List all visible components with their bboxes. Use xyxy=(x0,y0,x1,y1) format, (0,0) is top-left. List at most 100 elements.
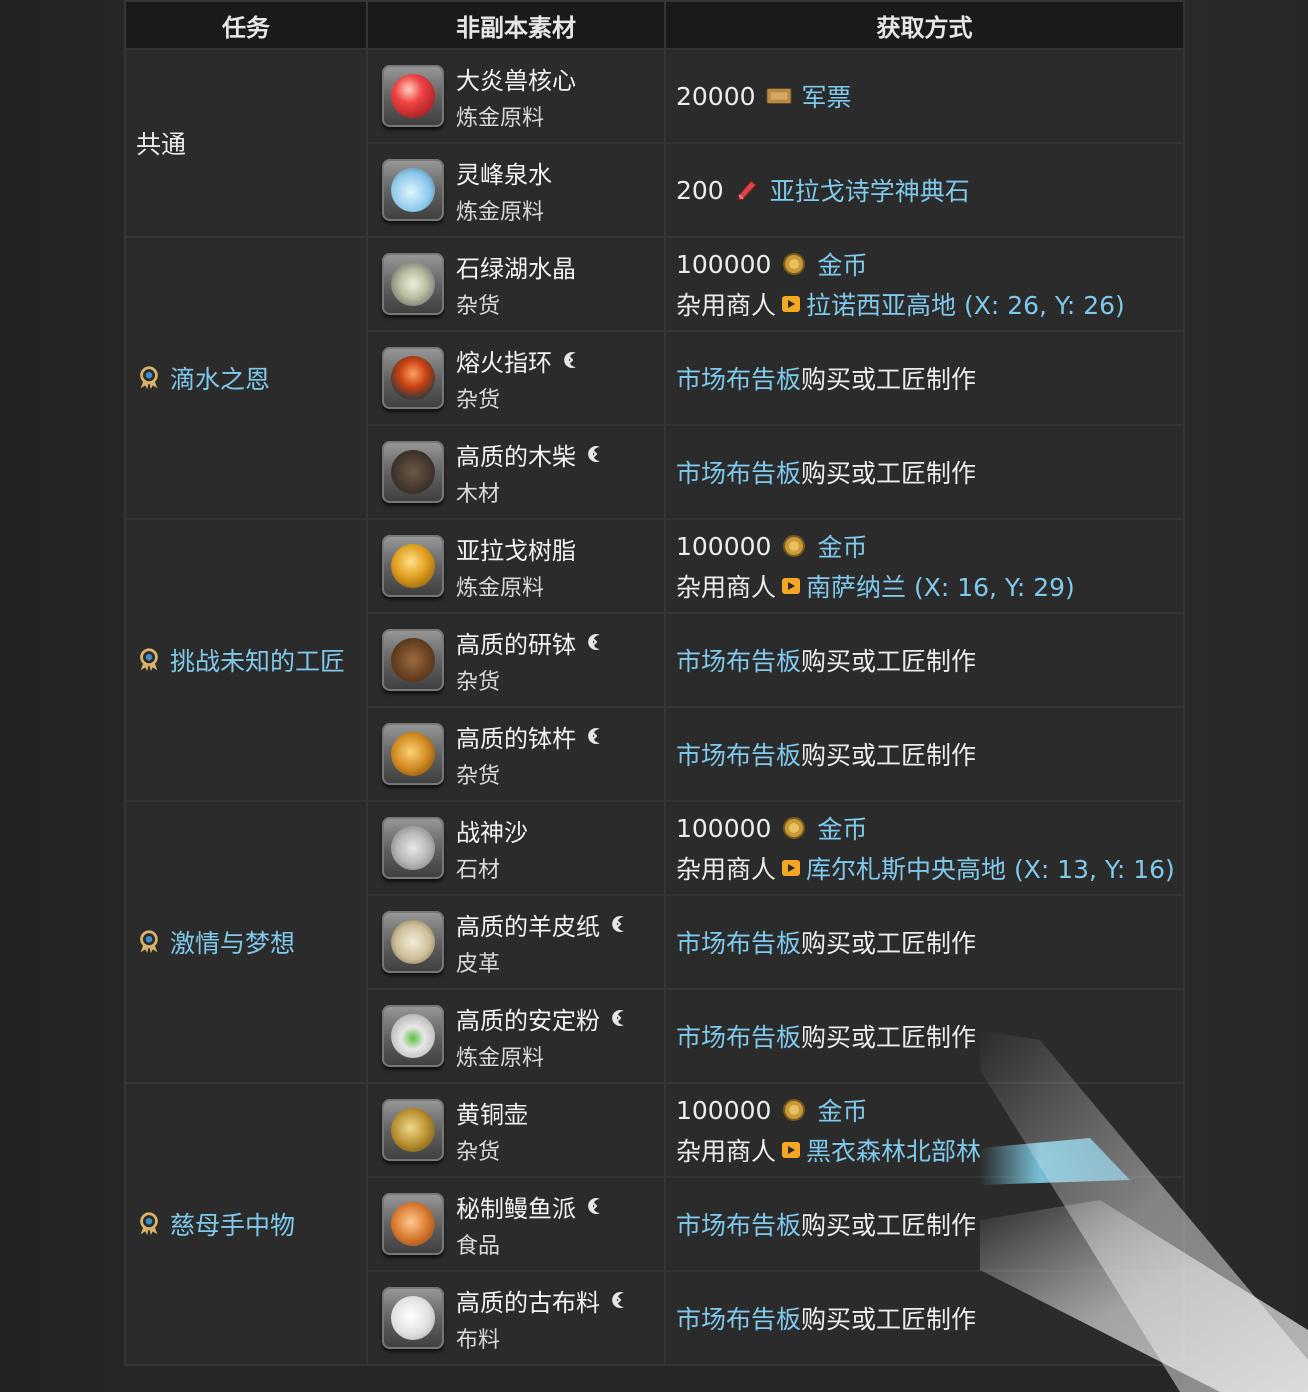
price-line: 100000 金币 xyxy=(676,246,1183,282)
market-board-link[interactable]: 市场布告板 xyxy=(676,1206,801,1242)
vendor-line: 杂用商人 库尔札斯中央高地 (X: 13, Y: 16) xyxy=(676,850,1183,886)
mortar-icon[interactable] xyxy=(382,629,444,691)
quest-link[interactable]: 激情与梦想 xyxy=(136,924,366,960)
price-amount: 100000 xyxy=(676,1095,772,1125)
material-cell: 大炎兽核心 炼金原料 xyxy=(366,48,666,144)
currency-link[interactable]: 军票 xyxy=(802,78,852,114)
market-board-link[interactable]: 市场布告板 xyxy=(676,1018,801,1054)
market-board-link[interactable]: 市场布告板 xyxy=(676,924,801,960)
material-cell: 高质的安定粉 炼金原料 xyxy=(366,988,666,1084)
material-name: 亚拉戈树脂 xyxy=(456,536,576,565)
vendor-line: 杂用商人 拉诺西亚高地 (X: 26, Y: 26) xyxy=(676,286,1183,322)
market-board-link[interactable]: 市场布告板 xyxy=(676,454,801,490)
material-item[interactable]: 秘制鳗鱼派 食品 xyxy=(368,1189,664,1260)
material-item[interactable]: 高质的安定粉 炼金原料 xyxy=(368,1001,664,1072)
acquisition-cell: 市场布告板 购买或工匠制作 xyxy=(664,706,1185,802)
eel-pie-icon[interactable] xyxy=(382,1193,444,1255)
currency-link[interactable]: 金币 xyxy=(817,528,867,564)
material-type: 杂货 xyxy=(456,387,501,413)
material-item[interactable]: 高质的木柴 木材 xyxy=(368,437,664,508)
water-bottle-icon[interactable] xyxy=(382,159,444,221)
material-name-row: 黄铜壶 xyxy=(456,1095,528,1130)
quest-name[interactable]: 激情与梦想 xyxy=(170,924,295,960)
currency-link[interactable]: 金币 xyxy=(817,246,867,282)
price-line: 20000 军票 xyxy=(676,78,1183,114)
material-name-row: 大炎兽核心 xyxy=(456,61,576,96)
hq-icon xyxy=(612,1292,624,1308)
pestle-icon[interactable] xyxy=(382,723,444,785)
location-link[interactable]: 黑衣森林北部林 xyxy=(806,1132,981,1168)
material-name-row: 高质的钵杵 xyxy=(456,719,602,754)
material-type: 杂货 xyxy=(456,669,501,695)
material-cell: 高质的钵杵 杂货 xyxy=(366,706,666,802)
sand-icon[interactable] xyxy=(382,817,444,879)
material-cell: 高质的木柴 木材 xyxy=(366,424,666,520)
resin-icon[interactable] xyxy=(382,535,444,597)
material-cell: 石绿湖水晶 杂货 xyxy=(366,236,666,332)
currency-link[interactable]: 金币 xyxy=(817,1092,867,1128)
material-item[interactable]: 亚拉戈树脂 炼金原料 xyxy=(368,531,664,602)
quest-name[interactable]: 慈母手中物 xyxy=(170,1206,295,1242)
material-item[interactable]: 黄铜壶 杂货 xyxy=(368,1095,664,1166)
material-item[interactable]: 熔火指环 杂货 xyxy=(368,343,664,414)
material-item[interactable]: 高质的古布料 布料 xyxy=(368,1283,664,1354)
cloth-icon[interactable] xyxy=(382,1287,444,1349)
price-amount: 100000 xyxy=(676,813,772,843)
material-type: 炼金原料 xyxy=(456,199,545,225)
material-name-row: 战神沙 xyxy=(456,813,528,848)
material-type: 杂货 xyxy=(456,293,501,319)
quest-cell: 激情与梦想 xyxy=(124,800,368,1084)
location-link[interactable]: 南萨纳兰 (X: 16, Y: 29) xyxy=(806,568,1075,604)
gil-coin-icon xyxy=(783,253,806,275)
quest-icon xyxy=(140,1212,158,1236)
currency-link[interactable]: 金币 xyxy=(817,810,867,846)
crystal-icon[interactable] xyxy=(382,253,444,315)
map-marker-icon xyxy=(782,578,801,594)
market-text: 购买或工匠制作 xyxy=(801,1211,977,1240)
gil-coin-icon xyxy=(783,535,806,557)
currency-link[interactable]: 亚拉戈诗学神典石 xyxy=(770,172,970,208)
quest-link[interactable]: 慈母手中物 xyxy=(136,1206,366,1242)
table-body: 共通 大炎兽核心 炼金原料 20000 军票 灵峰泉水 炼金原料 200 亚拉戈诗学神典石 滴水之… xyxy=(124,48,1185,1366)
column-header-material: 非副本素材 xyxy=(366,0,666,50)
material-type: 石材 xyxy=(456,857,501,883)
material-item[interactable]: 战神沙 石材 xyxy=(368,813,664,884)
quest-name[interactable]: 滴水之恩 xyxy=(170,360,270,396)
vendor-name: 杂用商人 xyxy=(676,855,777,884)
market-line: 市场布告板 购买或工匠制作 xyxy=(676,642,1183,678)
material-name-row: 高质的古布料 xyxy=(456,1283,626,1318)
material-item[interactable]: 石绿湖水晶 杂货 xyxy=(368,249,664,320)
red-orb-icon[interactable] xyxy=(382,65,444,127)
brass-kettle-icon[interactable] xyxy=(382,1099,444,1161)
material-name: 高质的钵杵 xyxy=(456,724,576,753)
location-link[interactable]: 拉诺西亚高地 (X: 26, Y: 26) xyxy=(806,286,1125,322)
material-type: 食品 xyxy=(456,1233,501,1259)
hq-icon xyxy=(564,352,576,368)
hq-icon xyxy=(588,634,600,650)
market-text: 购买或工匠制作 xyxy=(801,1023,977,1052)
material-cell: 黄铜壶 杂货 xyxy=(366,1082,666,1178)
quest-name[interactable]: 挑战未知的工匠 xyxy=(170,642,345,678)
vendor-line: 杂用商人 黑衣森林北部林 xyxy=(676,1132,1183,1168)
market-board-link[interactable]: 市场布告板 xyxy=(676,1300,801,1336)
market-line: 市场布告板 购买或工匠制作 xyxy=(676,360,1183,396)
quest-link[interactable]: 挑战未知的工匠 xyxy=(136,642,366,678)
material-item[interactable]: 灵峰泉水 炼金原料 xyxy=(368,155,664,226)
firewood-icon[interactable] xyxy=(382,441,444,503)
material-item[interactable]: 高质的研钵 杂货 xyxy=(368,625,664,696)
parchment-icon[interactable] xyxy=(382,911,444,973)
acquisition-cell: 100000 金币 杂用商人 拉诺西亚高地 (X: 26, Y: 26) xyxy=(664,236,1185,332)
market-board-link[interactable]: 市场布告板 xyxy=(676,736,801,772)
market-board-link[interactable]: 市场布告板 xyxy=(676,642,801,678)
material-name-row: 高质的研钵 xyxy=(456,625,602,660)
material-item[interactable]: 高质的羊皮纸 皮革 xyxy=(368,907,664,978)
material-item[interactable]: 高质的钵杵 杂货 xyxy=(368,719,664,790)
quest-link[interactable]: 滴水之恩 xyxy=(136,360,366,396)
price-amount: 100000 xyxy=(676,531,772,561)
location-link[interactable]: 库尔札斯中央高地 (X: 13, Y: 16) xyxy=(806,850,1175,886)
market-board-link[interactable]: 市场布告板 xyxy=(676,360,801,396)
material-item[interactable]: 大炎兽核心 炼金原料 xyxy=(368,61,664,132)
market-line: 市场布告板 购买或工匠制作 xyxy=(676,1018,1183,1054)
powder-icon[interactable] xyxy=(382,1005,444,1067)
fire-ring-icon[interactable] xyxy=(382,347,444,409)
